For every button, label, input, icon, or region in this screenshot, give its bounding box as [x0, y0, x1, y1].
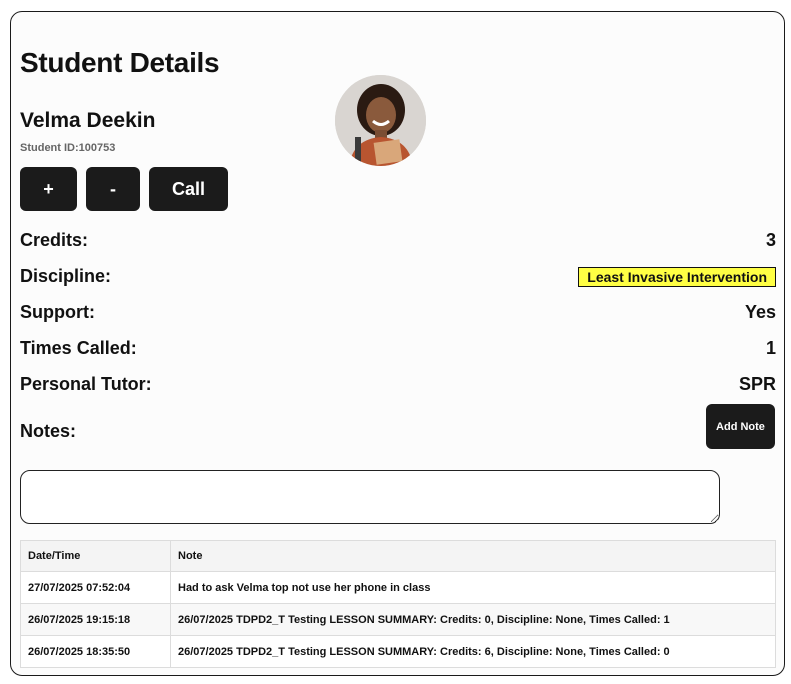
table-row: 26/07/2025 19:15:18 26/07/2025 TDPD2_T T… — [20, 603, 776, 636]
student-details-card: Student Details Velma Deekin Student ID:… — [10, 11, 785, 676]
call-button[interactable]: Call — [149, 167, 228, 211]
notes-table: Date/Time Note 27/07/2025 07:52:04 Had t… — [20, 540, 776, 668]
student-name: Velma Deekin — [20, 109, 156, 132]
personal-tutor-label: Personal Tutor: — [20, 374, 152, 394]
note-text: 26/07/2025 TDPD2_T Testing LESSON SUMMAR… — [170, 635, 776, 668]
table-row: 27/07/2025 07:52:04 Had to ask Velma top… — [20, 571, 776, 604]
note-text: Had to ask Velma top not use her phone i… — [170, 571, 776, 604]
notes-label: Notes: — [20, 421, 77, 441]
page-title: Student Details — [20, 47, 220, 78]
times-called-label: Times Called: — [20, 338, 137, 358]
table-row: 26/07/2025 18:35:50 26/07/2025 TDPD2_T T… — [20, 635, 776, 668]
add-credit-button[interactable]: + — [20, 167, 77, 211]
column-header-datetime: Date/Time — [20, 540, 171, 572]
times-called-value: 1 — [765, 338, 776, 358]
column-header-note: Note — [170, 540, 776, 572]
note-input[interactable] — [20, 470, 720, 524]
note-text: 26/07/2025 TDPD2_T Testing LESSON SUMMAR… — [170, 603, 776, 636]
support-value: Yes — [744, 302, 776, 322]
support-row: Support: Yes — [20, 302, 776, 323]
discipline-label: Discipline: — [20, 266, 112, 286]
note-datetime: 26/07/2025 18:35:50 — [20, 635, 171, 668]
credits-row: Credits: 3 — [20, 230, 776, 251]
notes-table-header: Date/Time Note — [20, 540, 776, 572]
student-photo — [335, 75, 426, 166]
note-datetime: 27/07/2025 07:52:04 — [20, 571, 171, 604]
credits-label: Credits: — [20, 230, 89, 250]
notes-header-row: Notes: — [20, 421, 320, 442]
remove-credit-button[interactable]: - — [86, 167, 140, 211]
personal-tutor-value: SPR — [738, 374, 776, 394]
support-label: Support: — [20, 302, 95, 322]
personal-tutor-row: Personal Tutor: SPR — [20, 374, 776, 395]
discipline-badge: Least Invasive Intervention — [578, 266, 776, 287]
student-photo-image — [335, 75, 426, 166]
note-datetime: 26/07/2025 19:15:18 — [20, 603, 171, 636]
credits-value: 3 — [765, 230, 776, 250]
times-called-row: Times Called: 1 — [20, 338, 776, 359]
discipline-row: Discipline: Least Invasive Intervention — [20, 266, 776, 287]
add-note-button[interactable]: Add Note — [706, 404, 775, 449]
student-id: Student ID:100753 — [20, 142, 116, 154]
